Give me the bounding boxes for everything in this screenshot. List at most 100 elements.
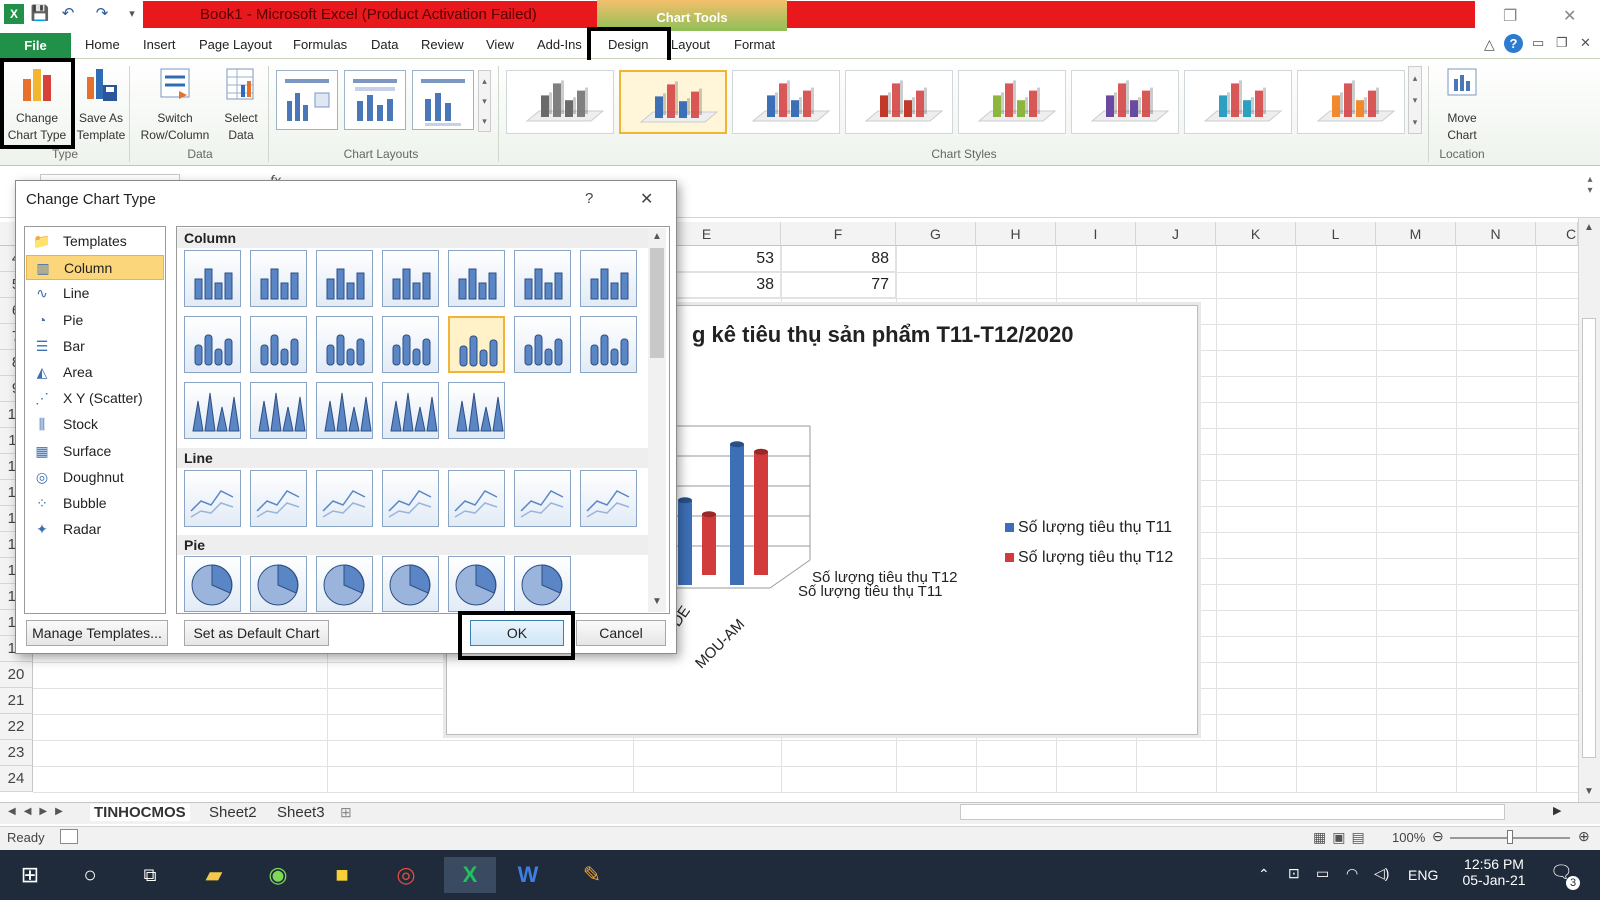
chart-subtype-pie-3[interactable] — [316, 556, 373, 612]
chart-subtype-line-5[interactable] — [448, 470, 505, 527]
scroll-up-icon[interactable]: ▲ — [1584, 222, 1594, 233]
chart-layouts-scroll[interactable]: ▴ ▾ ▾ — [478, 70, 491, 132]
chart-style-1[interactable] — [506, 70, 614, 134]
cancel-button[interactable]: Cancel — [576, 620, 666, 646]
search-icon[interactable]: ○ — [70, 857, 110, 893]
move-chart-button[interactable]: Move Chart — [1432, 65, 1492, 144]
workbook-restore-icon[interactable]: ❐ — [1556, 35, 1568, 51]
chart-subtype-cyl-3[interactable] — [316, 316, 373, 373]
chart-subtype-line-4[interactable] — [382, 470, 439, 527]
chart-subtype-cone-2[interactable] — [250, 382, 307, 439]
chart-layout-1[interactable] — [276, 70, 338, 130]
dialog-help-icon[interactable]: ? — [585, 190, 593, 207]
tab-formulas[interactable]: Formulas — [293, 37, 347, 52]
chart-subtype-cyl-4[interactable] — [382, 316, 439, 373]
column-header-f[interactable]: F — [781, 222, 896, 246]
save-icon[interactable]: 💾 — [30, 4, 50, 24]
column-header-k[interactable]: K — [1216, 222, 1296, 246]
row-header[interactable]: 24 — [0, 766, 33, 792]
chart-style-2[interactable] — [619, 70, 727, 134]
chart-style-8[interactable] — [1297, 70, 1405, 134]
column-header-i[interactable]: I — [1056, 222, 1136, 246]
chart-subtype-cyl-7[interactable] — [580, 316, 637, 373]
formula-bar-expand-icon[interactable]: ▴ ▾ — [1583, 174, 1597, 214]
chart-style-4[interactable] — [845, 70, 953, 134]
scroll-right-icon[interactable]: ▶ — [1553, 804, 1561, 817]
sheet-nav-arrows-icon[interactable]: ◀◀▶▶ — [8, 806, 71, 817]
chart-subtype-line-2[interactable] — [250, 470, 307, 527]
redo-icon[interactable]: ↷ — [92, 4, 112, 24]
file-explorer-icon[interactable]: ▰ — [194, 857, 234, 893]
select-data-button[interactable]: Select Data — [216, 65, 266, 144]
workbook-close-icon[interactable]: ✕ — [1580, 35, 1591, 51]
chart-subtype-col-6[interactable] — [514, 250, 571, 307]
dialog-close-icon[interactable]: ✕ — [640, 189, 653, 209]
chart-subtype-col-7[interactable] — [580, 250, 637, 307]
chart-category-x-y-scatter[interactable]: ⋰ X Y (Scatter) — [26, 386, 164, 411]
chart-subtype-line-3[interactable] — [316, 470, 373, 527]
tab-add-ins[interactable]: Add-Ins — [537, 37, 582, 52]
macro-record-icon[interactable] — [60, 829, 78, 844]
chart-subtype-cyl-1[interactable] — [184, 316, 241, 373]
tab-view[interactable]: View — [486, 37, 514, 52]
vertical-scroll-thumb[interactable] — [1582, 318, 1596, 758]
column-header-n[interactable]: N — [1456, 222, 1536, 246]
chart-subtype-col-4[interactable] — [382, 250, 439, 307]
bar-mou-am-t12[interactable] — [754, 451, 768, 575]
column-header-j[interactable]: J — [1136, 222, 1216, 246]
chart-subtype-line-6[interactable] — [514, 470, 571, 527]
chart-subtype-cyl-5[interactable] — [448, 316, 505, 373]
bar-mou-am-t11[interactable] — [730, 444, 744, 585]
row-header[interactable]: 23 — [0, 740, 33, 766]
chart-subtype-cone-4[interactable] — [382, 382, 439, 439]
bar-de-t12[interactable] — [702, 514, 716, 575]
customize-qat-icon[interactable]: ▾ — [122, 4, 142, 24]
chart-category-stock[interactable]: ⫼ Stock — [26, 412, 164, 437]
tab-home[interactable]: Home — [85, 37, 120, 52]
help-icon[interactable]: ? — [1504, 34, 1523, 53]
chart-subtype-line-1[interactable] — [184, 470, 241, 527]
chart-style-5[interactable] — [958, 70, 1066, 134]
restore-window-icon[interactable]: ❐ — [1503, 6, 1517, 26]
switch-row-column-button[interactable]: Switch Row/Column — [134, 65, 216, 144]
chart-style-3[interactable] — [732, 70, 840, 134]
chrome-icon[interactable]: ◎ — [386, 857, 426, 893]
tab-layout[interactable]: Layout — [671, 37, 710, 52]
chart-style-7[interactable] — [1184, 70, 1292, 134]
zoom-in-icon[interactable]: ⊕ — [1578, 828, 1590, 845]
zoom-slider-thumb[interactable] — [1507, 830, 1513, 844]
chart-subtype-cone-3[interactable] — [316, 382, 373, 439]
view-buttons[interactable]: ▦▣▤ — [1313, 829, 1383, 846]
chart-category-area[interactable]: ◭ Area — [26, 360, 164, 385]
sheet-tab-sheet2[interactable]: Sheet2 — [209, 804, 257, 821]
chart-category-surface[interactable]: ▦ Surface — [26, 439, 164, 464]
bar-de-t11[interactable] — [678, 500, 692, 585]
tab-data[interactable]: Data — [371, 37, 398, 52]
sticky-notes-icon[interactable]: ■ — [322, 857, 362, 893]
chart-subtype-col-3[interactable] — [316, 250, 373, 307]
chart-category-radar[interactable]: ✦ Radar — [26, 517, 164, 542]
horizontal-scrollbar[interactable] — [960, 804, 1505, 820]
legend-item-t11[interactable]: Số lượng tiêu thụ T11 — [1005, 519, 1172, 537]
tab-page-layout[interactable]: Page Layout — [199, 37, 272, 52]
cell-f5[interactable]: 77 — [781, 272, 896, 298]
save-as-template-button[interactable]: Save As Template — [74, 65, 128, 144]
chart-category-templates[interactable]: 📁 Templates — [26, 229, 164, 254]
row-header[interactable]: 21 — [0, 688, 33, 714]
battery-icon[interactable]: ▭ — [1316, 865, 1329, 882]
column-header-l[interactable]: L — [1296, 222, 1376, 246]
chart-layout-3[interactable] — [412, 70, 474, 130]
chart-subtype-line-7[interactable] — [580, 470, 637, 527]
chart-subtype-pie-2[interactable] — [250, 556, 307, 612]
row-header[interactable]: 22 — [0, 714, 33, 740]
insert-sheet-icon[interactable]: ⊞ — [340, 804, 352, 821]
row-header[interactable]: 20 — [0, 662, 33, 688]
scroll-down-icon[interactable]: ▼ — [1584, 786, 1594, 797]
column-header-m[interactable]: M — [1376, 222, 1456, 246]
zoom-level[interactable]: 100% — [1392, 830, 1425, 845]
chart-subtype-cyl-2[interactable] — [250, 316, 307, 373]
tray-overflow-icon[interactable]: ⌃ — [1258, 866, 1270, 883]
paint-icon[interactable]: ✎ — [572, 857, 612, 893]
zoom-out-icon[interactable]: ⊖ — [1432, 828, 1444, 845]
chart-subtype-col-5[interactable] — [448, 250, 505, 307]
